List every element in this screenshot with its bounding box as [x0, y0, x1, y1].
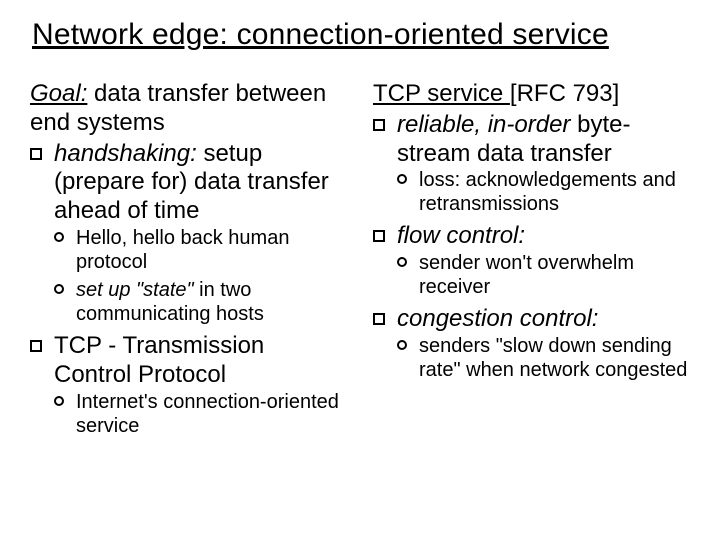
goal-line: Goal: data transfer between end systems — [30, 80, 347, 138]
sub-bullet: Hello, hello back human protocol — [54, 226, 347, 274]
left-column: Goal: data transfer between end systems … — [30, 80, 347, 444]
bullet-flow-control: flow control: sender won't overwhelm rec… — [373, 222, 690, 299]
sub-bullet: loss: acknowledgements and retransmissio… — [397, 168, 690, 216]
sub-text: Hello, hello back human protocol — [76, 227, 289, 273]
goal-label: Goal: — [30, 80, 87, 107]
right-column: TCP service [RFC 793] reliable, in-order… — [373, 80, 690, 444]
sub-text-em: set up "state" — [76, 279, 194, 301]
sub-bullets: senders "slow down sending rate" when ne… — [397, 334, 690, 382]
sub-bullets: sender won't overwhelm receiver — [397, 251, 690, 299]
left-bullets: handshaking: setup (prepare for) data tr… — [30, 140, 347, 438]
sub-text: senders "slow down sending rate" when ne… — [419, 335, 687, 381]
tcp-service-line: TCP service [RFC 793] — [373, 80, 690, 109]
bullet-text-em: flow control: — [397, 222, 525, 249]
slide-title: Network edge: connection-oriented servic… — [32, 18, 690, 52]
sub-text: loss: acknowledgements and retransmissio… — [419, 169, 676, 215]
sub-bullet: sender won't overwhelm receiver — [397, 251, 690, 299]
bullet-text-em: congestion control: — [397, 305, 598, 332]
sub-bullet: set up "state" in two communicating host… — [54, 278, 347, 326]
sub-bullets: Internet's connection-oriented service — [54, 390, 347, 438]
sub-text: Internet's connection-oriented service — [76, 391, 339, 437]
slide: Network edge: connection-oriented servic… — [0, 0, 720, 540]
bullet-text: TCP - Transmission Control Protocol — [54, 332, 264, 388]
bullet-text-em: reliable, in-order — [397, 111, 570, 138]
tcp-rfc: [RFC 793] — [510, 80, 619, 107]
bullet-congestion-control: congestion control: senders "slow down s… — [373, 305, 690, 382]
bullet-handshaking: handshaking: setup (prepare for) data tr… — [30, 140, 347, 326]
sub-bullets: Hello, hello back human protocol set up … — [54, 226, 347, 326]
sub-bullet: senders "slow down sending rate" when ne… — [397, 334, 690, 382]
two-column-layout: Goal: data transfer between end systems … — [30, 80, 690, 444]
sub-text: sender won't overwhelm receiver — [419, 252, 634, 298]
bullet-tcp: TCP - Transmission Control Protocol Inte… — [30, 332, 347, 438]
sub-bullet: Internet's connection-oriented service — [54, 390, 347, 438]
right-bullets: reliable, in-order byte-stream data tran… — [373, 111, 690, 382]
sub-bullets: loss: acknowledgements and retransmissio… — [397, 168, 690, 216]
bullet-text-em: handshaking: — [54, 140, 197, 167]
bullet-reliable: reliable, in-order byte-stream data tran… — [373, 111, 690, 217]
tcp-label: TCP service — [373, 80, 510, 107]
